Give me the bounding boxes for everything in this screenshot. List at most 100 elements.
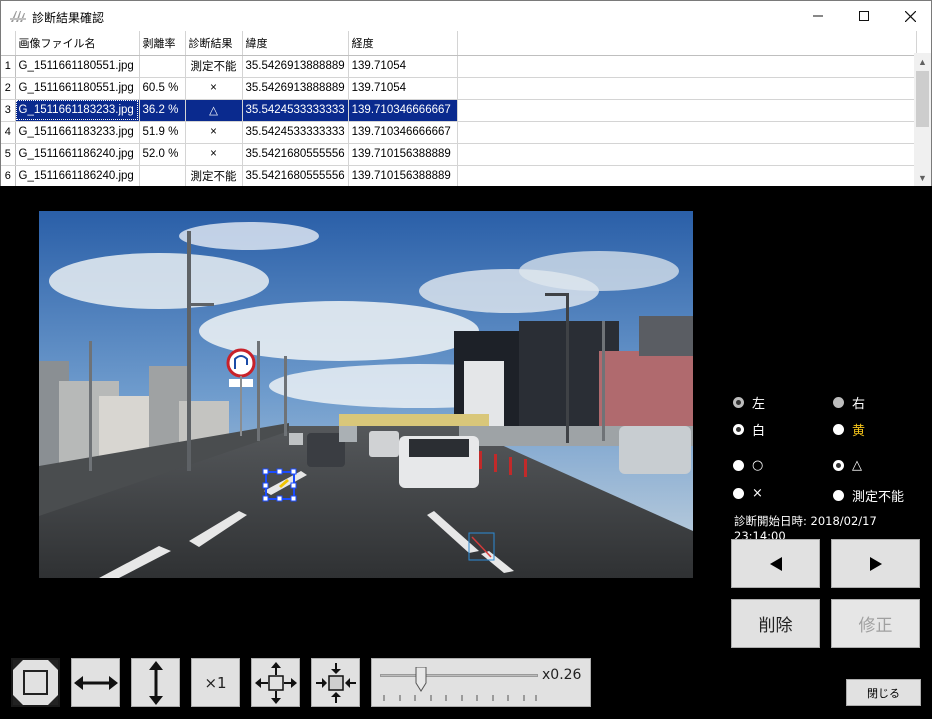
radio-color-white[interactable]: 白 [733, 420, 765, 439]
prev-button[interactable] [731, 539, 820, 588]
cell-rate[interactable]: 36.2 % [139, 99, 186, 122]
cell-lon[interactable]: 139.71054 [348, 77, 458, 100]
cell-file[interactable]: G_1511661186240.jpg [15, 165, 140, 186]
cell-file[interactable]: G_1511661183233.jpg [15, 121, 140, 144]
radio-result-good[interactable]: ○ [733, 458, 763, 473]
cell-result[interactable]: × [185, 77, 243, 100]
table-row[interactable]: 5 G_1511661186240.jpg 52.0 % × 35.542168… [1, 143, 917, 166]
scroll-thumb[interactable] [916, 71, 929, 127]
fit-width-button[interactable] [71, 658, 120, 707]
header-row: 画像ファイル名 剥離率 診断結果 緯度 経度 [1, 31, 917, 56]
cell-result[interactable]: △ [185, 99, 243, 122]
triangle-left-icon [769, 556, 782, 571]
fit-button[interactable] [11, 658, 60, 707]
col-header-rate[interactable]: 剥離率 [139, 31, 186, 56]
cell-lat[interactable]: 35.5421680555556 [242, 143, 349, 166]
zoom-slider[interactable]: x0.26 [371, 658, 591, 707]
cell-file[interactable]: G_1511661186240.jpg [15, 143, 140, 166]
cell-file[interactable]: G_1511661180551.jpg [15, 55, 140, 78]
radio-lane-right[interactable]: 右 [833, 393, 865, 412]
cell-lat[interactable]: 35.5424533333333 [242, 99, 349, 122]
cell-lon[interactable]: 139.710346666667 [348, 99, 458, 122]
radio-result-unmeasurable[interactable]: 測定不能 [833, 486, 904, 505]
cell-lon[interactable]: 139.710156388889 [348, 165, 458, 186]
window-title: 診断結果確認 [32, 11, 105, 25]
fit-height-button[interactable] [131, 658, 180, 707]
cell-file[interactable]: G_1511661183233.jpg [15, 99, 140, 122]
radio-label: 測定不能 [852, 490, 905, 505]
cell-lat[interactable]: 35.5424533333333 [242, 121, 349, 144]
col-header-file[interactable]: 画像ファイル名 [15, 31, 140, 56]
cell-rate[interactable]: 60.5 % [139, 77, 186, 100]
table-row[interactable]: 2 G_1511661180551.jpg 60.5 % × 35.542691… [1, 77, 917, 100]
cell-result[interactable]: × [185, 121, 243, 144]
cell-lat[interactable]: 35.5426913888889 [242, 77, 349, 100]
radio-color-yellow[interactable]: 黄 [833, 420, 865, 439]
radio-label: 右 [852, 397, 866, 412]
cell-filler [457, 55, 917, 78]
radio-dot [733, 424, 744, 435]
modify-button[interactable]: 修正 [831, 599, 920, 648]
radio-result-bad[interactable]: × [733, 486, 763, 501]
cell-lon[interactable]: 139.710346666667 [348, 121, 458, 144]
fit-height-icon [148, 660, 163, 705]
cell-rate[interactable] [139, 55, 186, 78]
delete-button[interactable]: 削除 [731, 599, 820, 648]
radio-label: △ [852, 458, 862, 473]
road-photo[interactable] [39, 211, 693, 578]
fit-width-icon [73, 675, 118, 690]
col-header-filler [457, 31, 917, 56]
maximize-icon [859, 11, 869, 21]
expand-button[interactable] [251, 658, 300, 707]
zoom-thumb[interactable] [415, 667, 427, 692]
shrink-button[interactable] [311, 658, 360, 707]
actual-size-button[interactable]: ×1 [191, 658, 240, 707]
col-header-lon[interactable]: 経度 [348, 31, 458, 56]
cell-lon[interactable]: 139.710156388889 [348, 143, 458, 166]
cell-lat[interactable]: 35.5426913888889 [242, 55, 349, 78]
radio-lane-left[interactable]: 左 [733, 393, 765, 412]
table-row-selected[interactable]: 3 G_1511661183233.jpg 36.2 % △ 35.542453… [1, 99, 917, 122]
col-header-lat[interactable]: 緯度 [242, 31, 349, 56]
results-grid[interactable]: 画像ファイル名 剥離率 診断結果 緯度 経度 1 G_1511661180551… [0, 31, 932, 186]
cell-result[interactable]: 測定不能 [185, 55, 243, 78]
scroll-down-icon[interactable]: ▼ [914, 169, 931, 186]
row-number: 1 [1, 55, 16, 78]
cell-lat[interactable]: 35.5421680555556 [242, 165, 349, 186]
cell-rate[interactable]: 51.9 % [139, 121, 186, 144]
row-number: 2 [1, 77, 16, 100]
cell-rate[interactable]: 52.0 % [139, 143, 186, 166]
scroll-up-icon[interactable]: ▲ [914, 53, 931, 70]
row-header-corner [1, 31, 16, 56]
table-row[interactable]: 6 G_1511661186240.jpg 測定不能 35.5421680555… [1, 165, 917, 186]
cell-filler [457, 99, 917, 122]
minimize-button[interactable] [795, 1, 841, 31]
cell-result[interactable]: × [185, 143, 243, 166]
close-button[interactable]: 閉じる [846, 679, 921, 706]
zoom-ticks [383, 667, 537, 701]
cell-file[interactable]: G_1511661180551.jpg [15, 77, 140, 100]
cell-result[interactable]: 測定不能 [185, 165, 243, 186]
maximize-button[interactable] [841, 1, 887, 31]
fit-square-icon [13, 660, 58, 705]
table-row[interactable]: 4 G_1511661183233.jpg 51.9 % × 35.542453… [1, 121, 917, 144]
radio-dot [733, 488, 744, 499]
cell-rate[interactable] [139, 165, 186, 186]
row-number: 6 [1, 165, 16, 186]
app-icon [10, 11, 26, 22]
grid-scrollbar[interactable]: ▲ ▼ [914, 53, 931, 186]
radio-dot [833, 424, 844, 435]
cell-filler [457, 77, 917, 100]
cell-lon[interactable]: 139.71054 [348, 55, 458, 78]
col-header-result[interactable]: 診断結果 [185, 31, 243, 56]
next-button[interactable] [831, 539, 920, 588]
radio-label: 黄 [852, 424, 866, 439]
radio-label: 左 [752, 397, 766, 412]
radio-result-fair[interactable]: △ [833, 458, 862, 473]
row-number: 3 [1, 99, 16, 122]
table-row[interactable]: 1 G_1511661180551.jpg 測定不能 35.5426913888… [1, 55, 917, 78]
shrink-arrows-icon [315, 662, 356, 703]
close-icon [904, 10, 916, 22]
close-window-button[interactable] [887, 1, 932, 31]
expand-arrows-icon [254, 661, 297, 704]
